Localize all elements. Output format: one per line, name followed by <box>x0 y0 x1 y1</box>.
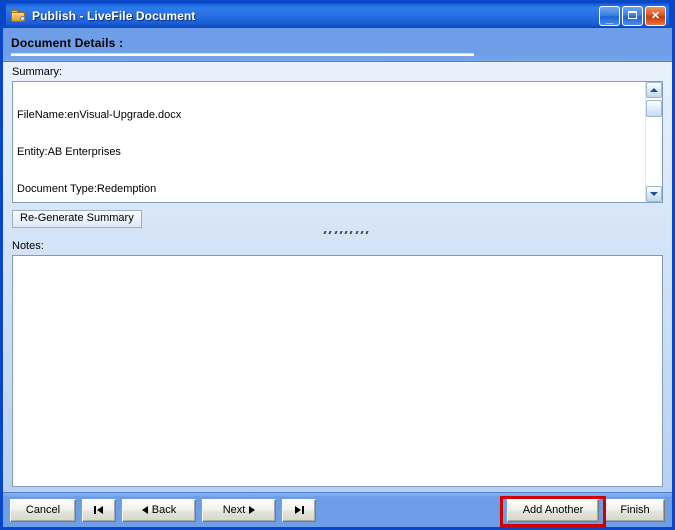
add-another-button[interactable]: Add Another <box>507 498 599 522</box>
close-button[interactable]: ✕ <box>645 5 666 26</box>
splitter-handle[interactable] <box>3 228 672 236</box>
summary-scrollbar[interactable] <box>645 82 662 202</box>
summary-line: Document Type:Redemption <box>17 182 157 195</box>
scroll-up-icon[interactable] <box>646 82 662 98</box>
arrow-right-icon <box>249 506 256 514</box>
last-record-icon <box>293 505 305 515</box>
next-button[interactable]: Next <box>202 498 276 522</box>
application-window: Publish - LiveFile Document _ ✕ Document… <box>0 0 675 530</box>
folder-icon <box>11 9 27 23</box>
scrollbar-thumb[interactable] <box>646 100 662 117</box>
maximize-button[interactable] <box>622 5 643 26</box>
notes-box[interactable] <box>12 255 663 487</box>
maximize-icon <box>623 7 642 25</box>
summary-label: Summary: <box>12 66 63 78</box>
header-divider <box>11 53 474 56</box>
title-bar: Publish - LiveFile Document _ ✕ <box>3 0 672 28</box>
splitter-grip-icon <box>323 230 369 234</box>
scroll-down-icon[interactable] <box>646 186 662 202</box>
arrow-left-icon <box>141 506 148 514</box>
summary-line: Entity:AB Enterprises <box>17 146 121 158</box>
dialog-body: Summary: FileName:enVisual-Upgrade.docx … <box>3 61 672 492</box>
next-button-label: Next <box>222 503 246 516</box>
scrollbar-track[interactable] <box>646 98 662 186</box>
first-record-button[interactable] <box>82 498 116 522</box>
window-controls: _ ✕ <box>599 5 666 26</box>
finish-button[interactable]: Finish <box>605 498 665 522</box>
notes-label: Notes: <box>12 240 44 252</box>
summary-line: FileName:enVisual-Upgrade.docx <box>17 109 182 122</box>
summary-text: FileName:enVisual-Upgrade.docx Entity:AB… <box>13 82 645 202</box>
section-header: Document Details : <box>3 28 672 61</box>
page-title: Document Details : <box>11 36 124 50</box>
action-buttons: Add Another Finish <box>507 498 665 522</box>
minimize-button[interactable]: _ <box>599 5 620 26</box>
navigation-buttons: Cancel Back Next <box>10 498 316 522</box>
cancel-button[interactable]: Cancel <box>10 498 76 522</box>
regenerate-row: Re-Generate Summary <box>3 203 672 228</box>
last-record-button[interactable] <box>282 498 316 522</box>
minimize-icon: _ <box>605 9 614 25</box>
first-record-icon <box>93 505 105 515</box>
close-icon: ✕ <box>650 9 661 22</box>
back-button-label: Back <box>151 503 177 516</box>
publish-dialog: Publish - LiveFile Document _ ✕ Document… <box>0 0 675 530</box>
window-title: Publish - LiveFile Document <box>32 8 196 23</box>
summary-box[interactable]: FileName:enVisual-Upgrade.docx Entity:AB… <box>12 81 663 203</box>
footer-bar: Cancel Back Next Add Another Finish <box>3 492 672 527</box>
notes-input[interactable] <box>13 256 662 486</box>
regenerate-summary-button[interactable]: Re-Generate Summary <box>12 209 142 228</box>
back-button[interactable]: Back <box>122 498 196 522</box>
